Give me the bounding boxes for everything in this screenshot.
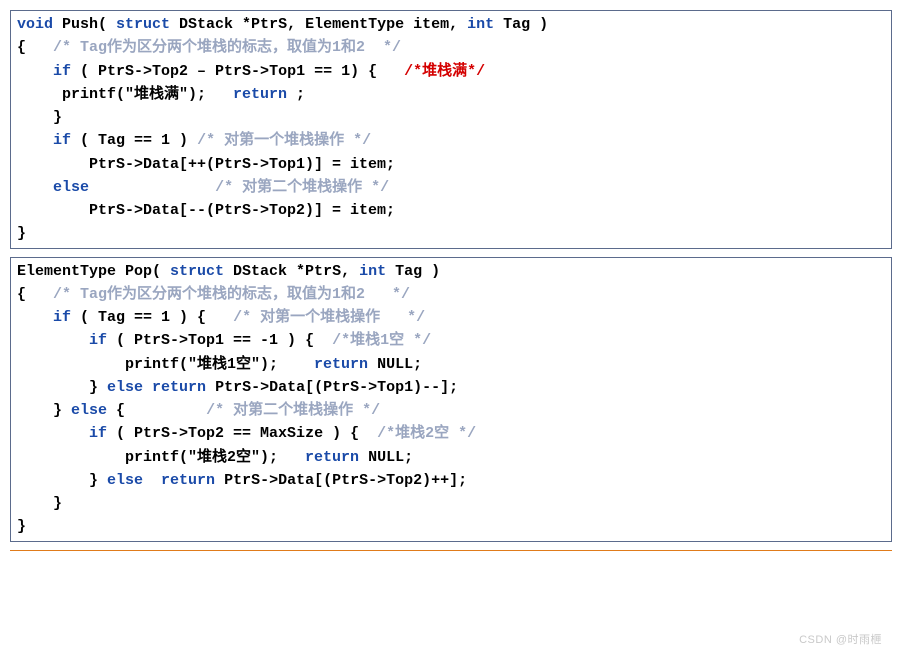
keyword-if: if [89, 425, 107, 442]
code-text [89, 179, 215, 196]
keyword-else: else [107, 472, 143, 489]
code-text: } [17, 472, 107, 489]
indent [17, 425, 89, 442]
indent [17, 309, 53, 326]
indent [17, 332, 89, 349]
comment-stack1-op: /* 对第一个堆栈操作 */ [233, 309, 425, 326]
code-text: } [17, 379, 107, 396]
code-text: ; [287, 86, 305, 103]
code-text: ( PtrS->Top2 – PtrS->Top1 == 1) { [71, 63, 404, 80]
brace-close: } [17, 109, 62, 126]
keyword-if: if [53, 132, 71, 149]
comment-stack2-op: /* 对第二个堆栈操作 */ [215, 179, 389, 196]
code-text: } [17, 402, 71, 419]
brace-open: { [17, 39, 53, 56]
code-text: PtrS->Data[--(PtrS->Top2)] = item; [17, 202, 395, 219]
divider-line [10, 550, 892, 551]
code-text: NULL; [359, 449, 413, 466]
keyword-if: if [89, 332, 107, 349]
keyword-if: if [53, 63, 71, 80]
code-text: printf("堆栈2空"); [17, 449, 305, 466]
code-text: PtrS->Data[(PtrS->Top1)--]; [206, 379, 458, 396]
code-text: printf("堆栈满"); [17, 86, 233, 103]
keyword-else: else [107, 379, 143, 396]
brace-close: } [17, 495, 62, 512]
keyword-void: void [17, 16, 53, 33]
keyword-struct: struct [170, 263, 224, 280]
code-text [143, 379, 152, 396]
keyword-int: int [467, 16, 494, 33]
comment-stack-full: /*堆栈满*/ [404, 63, 485, 80]
code-text: ( PtrS->Top2 == MaxSize ) { [107, 425, 377, 442]
comment-stack2-op: /* 对第二个堆栈操作 */ [206, 402, 380, 419]
comment-stack1-empty: /*堆栈1空 */ [332, 332, 431, 349]
comment-tag-desc: /* Tag作为区分两个堆栈的标志，取值为1和2 */ [53, 39, 401, 56]
code-block-push: void Push( struct DStack *PtrS, ElementT… [10, 10, 892, 249]
code-block-pop: ElementType Pop( struct DStack *PtrS, in… [10, 257, 892, 542]
indent [17, 179, 53, 196]
keyword-return: return [152, 379, 206, 396]
code-text: NULL; [368, 356, 422, 373]
code-text: PtrS->Data[++(PtrS->Top1)] = item; [17, 156, 395, 173]
keyword-return: return [233, 86, 287, 103]
code-text: Tag ) [386, 263, 440, 280]
watermark-text: CSDN @时雨㭱 [799, 632, 882, 649]
code-text: Push( [53, 16, 116, 33]
code-text: ( Tag == 1 ) { [71, 309, 233, 326]
brace-open: { [17, 286, 53, 303]
brace-close: } [17, 518, 26, 535]
comment-stack1-op: /* 对第一个堆栈操作 */ [197, 132, 371, 149]
code-text: ( Tag == 1 ) [71, 132, 197, 149]
code-text [143, 472, 161, 489]
code-text: ElementType Pop( [17, 263, 170, 280]
comment-stack2-empty: /*堆栈2空 */ [377, 425, 476, 442]
comment-tag-desc: /* Tag作为区分两个堆栈的标志，取值为1和2 */ [53, 286, 410, 303]
code-text: Tag ) [494, 16, 548, 33]
keyword-return: return [314, 356, 368, 373]
keyword-else: else [53, 179, 89, 196]
code-text: PtrS->Data[(PtrS->Top2)++]; [215, 472, 467, 489]
indent [17, 132, 53, 149]
code-text: DStack *PtrS, [224, 263, 359, 280]
keyword-int: int [359, 263, 386, 280]
keyword-struct: struct [116, 16, 170, 33]
keyword-return: return [305, 449, 359, 466]
code-text: { [107, 402, 206, 419]
brace-close: } [17, 225, 26, 242]
code-text: ( PtrS->Top1 == -1 ) { [107, 332, 332, 349]
keyword-else: else [71, 402, 107, 419]
code-text: printf("堆栈1空"); [17, 356, 314, 373]
code-text: DStack *PtrS, ElementType item, [170, 16, 467, 33]
keyword-return: return [161, 472, 215, 489]
keyword-if: if [53, 309, 71, 326]
indent [17, 63, 53, 80]
